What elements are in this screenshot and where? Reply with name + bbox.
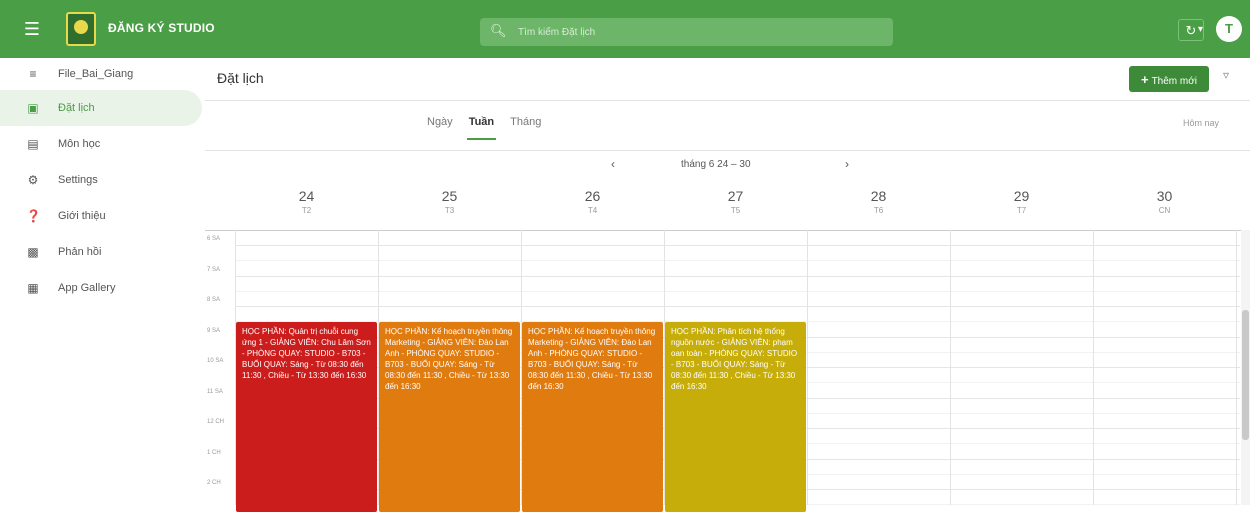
day-weekday: T5 bbox=[730, 206, 741, 215]
day-number: 28 bbox=[870, 188, 887, 204]
sidebar-item-label: Môn học bbox=[58, 138, 101, 150]
add-new-button[interactable]: + Thêm mới bbox=[1129, 66, 1209, 92]
sidebar-item-file-bai-giang[interactable]: ≡ File_Bai_Giang bbox=[0, 58, 202, 90]
gear-icon: ⚙ bbox=[27, 173, 39, 187]
menu-icon[interactable]: ☰ bbox=[22, 19, 42, 39]
time-label: 11 SA bbox=[207, 388, 223, 395]
sidebar-item-label: Settings bbox=[58, 174, 98, 186]
sidebar: ≡ File_Bai_Giang ▣ Đặt lịch ▤ Môn học ⚙ … bbox=[0, 58, 205, 505]
divider bbox=[205, 100, 1250, 101]
day-weekday: T4 bbox=[587, 206, 598, 215]
view-switcher: Ngày Tuần Tháng bbox=[425, 116, 543, 140]
calendar-grid[interactable]: 6 SA 7 SA 8 SA 9 SA 10 SA 11 SA 12 CH 1 CH 2 CH H… bbox=[205, 230, 1250, 512]
next-week-button[interactable]: › bbox=[845, 157, 849, 171]
form-icon: ▤ bbox=[27, 137, 39, 151]
day-header[interactable]: 24 T2 bbox=[235, 188, 378, 215]
day-column-line bbox=[1236, 230, 1237, 505]
hour-line bbox=[235, 275, 1240, 277]
prev-week-button[interactable]: ‹ bbox=[611, 157, 615, 171]
app-title: ĐĂNG KÝ STUDIO bbox=[108, 21, 215, 35]
day-number: 26 bbox=[584, 188, 601, 204]
day-number: 29 bbox=[1013, 188, 1030, 204]
time-label: 6 SA bbox=[207, 236, 221, 242]
scrollbar[interactable] bbox=[1241, 230, 1250, 505]
sidebar-item-label: File_Bai_Giang bbox=[58, 68, 134, 80]
hour-line bbox=[235, 245, 1240, 246]
day-header[interactable]: 28 T6 bbox=[807, 188, 950, 215]
time-label: 8 SA bbox=[207, 297, 221, 303]
divider bbox=[205, 150, 1250, 151]
sidebar-item-label: Đặt lịch bbox=[58, 102, 95, 114]
week-range-label: tháng 6 24 – 30 bbox=[681, 159, 751, 170]
tab-month[interactable]: Tháng bbox=[508, 116, 543, 140]
day-weekday: T3 bbox=[444, 206, 455, 215]
search-icon: 🔍︎ bbox=[490, 23, 507, 38]
list-icon: ≡ bbox=[29, 67, 37, 81]
half-hour-line bbox=[235, 260, 1240, 262]
day-header[interactable]: 27 T5 bbox=[664, 188, 807, 215]
day-header[interactable]: 29 T7 bbox=[950, 188, 1093, 215]
sidebar-item-label: Giới thiệu bbox=[58, 210, 106, 222]
calendar-event[interactable]: HỌC PHẦN: Kế hoạch truyền thông Marketin… bbox=[379, 322, 520, 512]
day-weekday: T2 bbox=[301, 206, 312, 215]
hour-line bbox=[235, 306, 1240, 307]
today-button[interactable]: Hôm nay bbox=[1183, 118, 1219, 128]
grid-icon: ▦ bbox=[27, 281, 39, 295]
sidebar-item-settings[interactable]: ⚙ Settings bbox=[0, 162, 202, 198]
day-number: 25 bbox=[441, 188, 458, 204]
day-number: 24 bbox=[298, 188, 315, 204]
tab-week[interactable]: Tuần bbox=[466, 116, 497, 140]
day-number: 30 bbox=[1156, 188, 1173, 204]
day-column-line bbox=[950, 230, 951, 505]
day-header[interactable]: 26 T4 bbox=[521, 188, 664, 215]
tab-day[interactable]: Ngày bbox=[425, 116, 455, 140]
sidebar-item-dat-lich[interactable]: ▣ Đặt lịch bbox=[0, 90, 202, 126]
day-weekday: T6 bbox=[873, 206, 884, 215]
half-hour-line bbox=[235, 290, 1240, 292]
chevron-down-icon[interactable]: ▾ bbox=[1198, 19, 1203, 41]
day-header[interactable]: 30 CN bbox=[1093, 188, 1236, 215]
time-label: 7 SA bbox=[207, 266, 221, 273]
calendar-event[interactable]: HỌC PHẦN: Quản trị chuỗi cung ứng 1 - GI… bbox=[236, 322, 377, 512]
sidebar-item-label: App Gallery bbox=[58, 282, 116, 294]
time-label: 9 SA bbox=[207, 327, 221, 334]
time-label: 10 SA bbox=[207, 358, 224, 364]
main-content: Đặt lịch + Thêm mới ▿ Ngày Tuần Tháng Hôm… bbox=[205, 58, 1250, 512]
info-icon: ❓ bbox=[26, 209, 41, 223]
sidebar-item-app-gallery[interactable]: ▦ App Gallery bbox=[0, 270, 202, 306]
scrollbar-thumb[interactable] bbox=[1242, 310, 1249, 440]
sidebar-item-mon-hoc[interactable]: ▤ Môn học bbox=[0, 126, 202, 162]
sidebar-item-label: Phản hồi bbox=[58, 246, 102, 258]
page-title: Đặt lịch bbox=[217, 70, 264, 86]
day-number: 27 bbox=[727, 188, 744, 204]
calendar-event[interactable]: HỌC PHẦN: Phân tích hệ thống nguồn nước … bbox=[665, 322, 806, 512]
time-label: 12 CH bbox=[207, 419, 225, 425]
search-box[interactable]: 🔍︎ bbox=[480, 18, 893, 46]
avatar[interactable]: T bbox=[1216, 16, 1242, 42]
time-label: 1 CH bbox=[207, 449, 221, 456]
top-app-bar: ☰ ĐĂNG KÝ STUDIO 🔍︎ ↻ ▾ T bbox=[0, 0, 1250, 58]
filter-icon[interactable]: ▿ bbox=[1223, 68, 1229, 82]
day-weekday: CN bbox=[1158, 206, 1171, 215]
plus-icon: + bbox=[1140, 71, 1149, 87]
app-logo bbox=[66, 12, 96, 46]
calendar-event[interactable]: HỌC PHẦN: Kế hoạch truyền thông Marketin… bbox=[522, 322, 663, 512]
feedback-icon: ▩ bbox=[27, 245, 39, 259]
time-label: 2 CH bbox=[207, 480, 221, 486]
calendar-icon: ▣ bbox=[27, 101, 39, 115]
day-column-line bbox=[807, 230, 808, 505]
day-weekday: T7 bbox=[1016, 206, 1027, 215]
day-column-line bbox=[1093, 230, 1094, 505]
add-new-label: Thêm mới bbox=[1151, 75, 1198, 87]
sidebar-item-gioi-thieu[interactable]: ❓ Giới thiệu bbox=[0, 198, 202, 234]
day-header[interactable]: 25 T3 bbox=[378, 188, 521, 215]
search-input[interactable] bbox=[518, 24, 878, 40]
sidebar-item-phan-hoi[interactable]: ▩ Phản hồi bbox=[0, 234, 202, 270]
